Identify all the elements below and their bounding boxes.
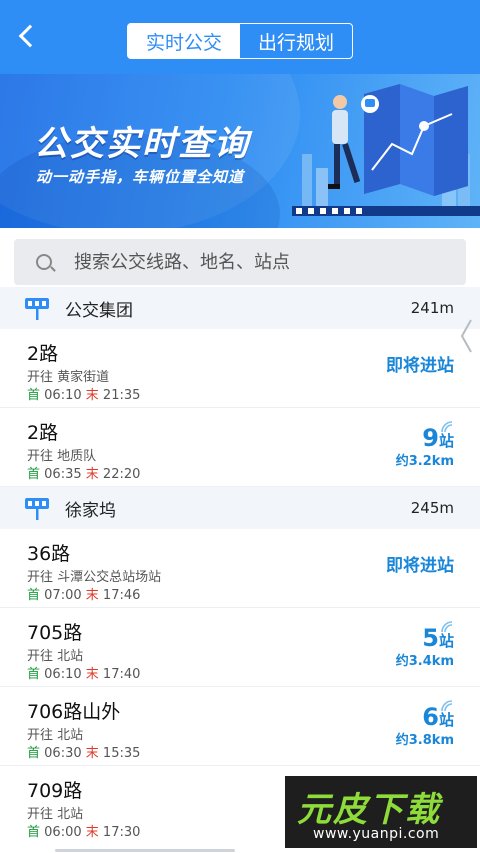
first-bus-label: 首 bbox=[27, 467, 41, 482]
station-distance: 245m bbox=[410, 499, 454, 517]
first-bus-label: 首 bbox=[27, 825, 41, 840]
route-destination: 开往 北站 bbox=[27, 649, 84, 664]
route-name: 706路山外 bbox=[27, 701, 121, 723]
route-hours: 首 06:00 末 17:30 bbox=[27, 821, 140, 840]
stops-unit: 站 bbox=[438, 432, 454, 450]
route-hours: 首 06:10 末 21:35 bbox=[27, 384, 140, 403]
route-destination: 开往 北站 bbox=[27, 728, 84, 743]
route-hours: 首 06:30 末 15:35 bbox=[27, 742, 140, 761]
first-bus-label: 首 bbox=[27, 388, 41, 403]
stops-away: 5站 约3.4km bbox=[396, 624, 454, 669]
bus-stop-icon bbox=[25, 498, 49, 520]
last-bus-label: 末 bbox=[85, 588, 99, 603]
last-bus-time: 17:40 bbox=[102, 667, 141, 682]
stops-unit: 站 bbox=[438, 711, 454, 729]
distance-km: 约3.2km bbox=[395, 454, 454, 469]
search-icon bbox=[36, 254, 52, 270]
route-row[interactable]: 705路 开往 北站 首 06:10 末 17:40 5站 约3.4km bbox=[0, 608, 480, 687]
watermark-text: 元皮下载 bbox=[297, 790, 441, 830]
route-destination: 开往 斗潭公交总站场站 bbox=[27, 570, 162, 585]
route-row[interactable]: 2路 开往 黄家街道 首 06:10 末 21:35 即将进站 bbox=[0, 329, 480, 408]
station-header[interactable]: 公交集团 241m bbox=[0, 287, 480, 329]
distance-km: 约3.8km bbox=[395, 733, 454, 748]
stops-away: 9站 约3.2km bbox=[396, 424, 454, 469]
last-bus-time: 15:35 bbox=[102, 746, 141, 761]
route-hours: 首 06:35 末 22:20 bbox=[27, 463, 140, 482]
back-chevron-icon[interactable] bbox=[18, 24, 42, 48]
first-bus-time: 06:10 bbox=[44, 388, 82, 403]
first-bus-time: 06:35 bbox=[44, 467, 82, 482]
route-name: 36路 bbox=[27, 543, 71, 565]
arrival-status: 即将进站 bbox=[386, 356, 454, 376]
route-destination: 开往 黄家街道 bbox=[27, 370, 110, 385]
station-name: 徐家坞 bbox=[65, 500, 116, 521]
mode-tabs: 实时公交 出行规划 bbox=[127, 23, 353, 59]
search-input[interactable] bbox=[74, 239, 454, 285]
tab-trip-planning[interactable]: 出行规划 bbox=[240, 24, 352, 58]
route-name: 709路 bbox=[27, 780, 83, 802]
route-destination: 开往 地质队 bbox=[27, 449, 97, 464]
stops-count: 5 bbox=[422, 624, 439, 652]
side-drawer-chevron-icon[interactable] bbox=[459, 318, 473, 354]
first-bus-time: 06:00 bbox=[44, 825, 82, 840]
stops-count: 6 bbox=[422, 703, 439, 731]
banner-subtitle: 动一动手指，车辆位置全知道 bbox=[36, 168, 245, 186]
last-bus-time: 17:46 bbox=[102, 588, 141, 603]
first-bus-label: 首 bbox=[27, 667, 41, 682]
first-bus-time: 07:00 bbox=[44, 588, 82, 603]
stops-away: 6站 约3.8km bbox=[396, 703, 454, 748]
route-row[interactable]: 706路山外 开往 北站 首 06:30 末 15:35 6站 约3.8km bbox=[0, 687, 480, 766]
route-name: 2路 bbox=[27, 343, 59, 365]
route-name: 2路 bbox=[27, 422, 59, 444]
route-hours: 首 06:10 末 17:40 bbox=[27, 663, 140, 682]
distance-km: 约3.4km bbox=[395, 654, 454, 669]
arrival-status: 即将进站 bbox=[386, 556, 454, 576]
promo-banner[interactable]: 公交实时查询 动一动手指，车辆位置全知道 bbox=[0, 74, 480, 228]
map-illustration-icon bbox=[292, 84, 480, 216]
stops-count: 9 bbox=[422, 424, 439, 452]
last-bus-label: 末 bbox=[85, 825, 99, 840]
first-bus-time: 06:10 bbox=[44, 667, 82, 682]
search-bar[interactable] bbox=[14, 239, 466, 285]
first-bus-time: 06:30 bbox=[44, 746, 82, 761]
route-hours: 首 07:00 末 17:46 bbox=[27, 584, 140, 603]
first-bus-label: 首 bbox=[27, 746, 41, 761]
route-row[interactable]: 2路 开往 地质队 首 06:35 末 22:20 9站 约3.2km bbox=[0, 408, 480, 487]
bus-stop-icon bbox=[25, 298, 49, 320]
last-bus-time: 17:30 bbox=[102, 825, 141, 840]
top-bar: 实时公交 出行规划 bbox=[0, 0, 480, 74]
tab-realtime-bus[interactable]: 实时公交 bbox=[128, 24, 240, 58]
station-header[interactable]: 徐家坞 245m bbox=[0, 487, 480, 529]
route-row[interactable]: 36路 开往 斗潭公交总站场站 首 07:00 末 17:46 即将进站 bbox=[0, 529, 480, 608]
last-bus-label: 末 bbox=[85, 467, 99, 482]
bottom-indicator bbox=[55, 849, 235, 852]
watermark-url: www.yuanpi.com bbox=[313, 826, 440, 842]
last-bus-label: 末 bbox=[85, 667, 99, 682]
station-name: 公交集团 bbox=[65, 300, 133, 321]
first-bus-label: 首 bbox=[27, 588, 41, 603]
last-bus-label: 末 bbox=[85, 746, 99, 761]
route-destination: 开往 北站 bbox=[27, 807, 84, 822]
station-distance: 241m bbox=[410, 299, 454, 317]
route-name: 705路 bbox=[27, 622, 83, 644]
last-bus-label: 末 bbox=[85, 388, 99, 403]
watermark-logo: 元皮下载 www.yuanpi.com bbox=[285, 776, 477, 848]
banner-title: 公交实时查询 bbox=[34, 124, 250, 164]
stops-unit: 站 bbox=[438, 632, 454, 650]
last-bus-time: 21:35 bbox=[102, 388, 141, 403]
last-bus-time: 22:20 bbox=[102, 467, 141, 482]
